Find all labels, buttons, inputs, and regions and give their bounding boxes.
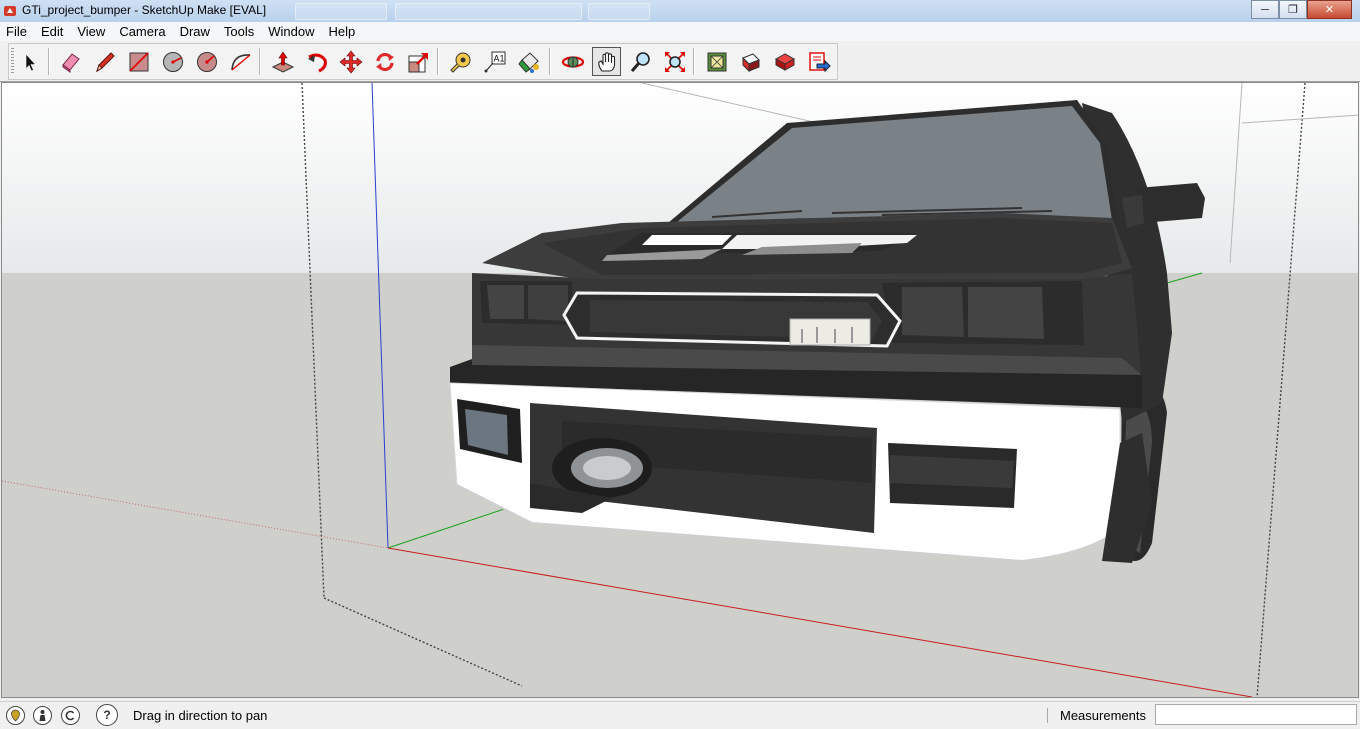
paint-bucket-tool[interactable] [514, 47, 543, 76]
car-model[interactable] [449, 100, 1205, 563]
extension-icon [808, 51, 831, 72]
green-axis [387, 502, 523, 549]
magnifier-icon [630, 51, 650, 72]
tape-measure-icon [449, 52, 470, 73]
orbit-tool[interactable] [558, 47, 587, 76]
close-button[interactable]: ✕ [1307, 0, 1352, 19]
car-model-scene [2, 83, 1358, 697]
menu-tools[interactable]: Tools [217, 24, 261, 39]
text-tool[interactable]: A1 [480, 47, 509, 76]
move-tool[interactable] [336, 47, 365, 76]
arc-icon [230, 53, 250, 71]
copyright-icon[interactable] [61, 706, 80, 725]
pan-tool[interactable] [592, 47, 621, 76]
toolbar-separator [48, 48, 50, 75]
title-bar: GTi_project_bumper - SketchUp Make [EVAL… [0, 0, 1360, 23]
menu-camera[interactable]: Camera [112, 24, 172, 39]
window-title: GTi_project_bumper - SketchUp Make [EVAL… [22, 3, 267, 17]
arrow-cursor-icon [25, 52, 36, 71]
toolbar-grip[interactable] [11, 48, 14, 74]
circle-tool[interactable] [158, 47, 187, 76]
paint-bucket-icon [517, 51, 539, 73]
polygon-tool[interactable] [192, 47, 221, 76]
blue-axis [371, 83, 389, 549]
getting-started-toolbar: A1 [8, 43, 838, 80]
toolbar-separator [437, 48, 439, 75]
pin-icon [11, 709, 20, 722]
credits-icon[interactable] [33, 706, 52, 725]
rotate-tool[interactable] [370, 47, 399, 76]
arc-tool[interactable] [226, 47, 255, 76]
menu-window[interactable]: Window [261, 24, 321, 39]
scale-tool[interactable] [404, 47, 433, 76]
red-axis [387, 547, 1253, 697]
zoom-extents-tool[interactable] [660, 47, 689, 76]
maximize-button[interactable]: ❐ [1279, 0, 1307, 19]
3d-warehouse-button[interactable] [702, 47, 731, 76]
rectangle-tool[interactable] [124, 47, 153, 76]
pencil-icon [95, 51, 115, 72]
menu-bar: File Edit View Camera Draw Tools Window … [0, 22, 1360, 41]
text-label-icon: A1 [484, 51, 505, 72]
menu-help[interactable]: Help [322, 24, 363, 39]
copyright-symbol-icon [65, 710, 75, 721]
tape-measure-tool[interactable] [446, 47, 475, 76]
window-controls: ─ ❐ ✕ [1251, 0, 1352, 19]
eraser-icon [61, 52, 80, 73]
menu-file[interactable]: File [0, 24, 34, 39]
sketchup-app-icon [4, 6, 16, 16]
scale-icon [408, 52, 428, 72]
menu-view[interactable]: View [70, 24, 112, 39]
person-icon [39, 710, 46, 721]
share-component-icon [774, 52, 795, 71]
push-pull-tool[interactable] [268, 47, 297, 76]
green-axis-far [1166, 272, 1203, 284]
background-tab [395, 3, 582, 20]
share-model-button[interactable] [736, 47, 765, 76]
toolbar: A1 [0, 41, 1360, 82]
status-divider [1047, 708, 1048, 723]
orbit-icon [561, 55, 584, 68]
drawing-viewport[interactable] [1, 82, 1359, 698]
circle-icon [162, 51, 183, 72]
share-component-button[interactable] [770, 47, 799, 76]
menu-edit[interactable]: Edit [34, 24, 70, 39]
background-tab [588, 3, 650, 20]
extension-warehouse-button[interactable] [804, 47, 833, 76]
background-tab [295, 3, 387, 20]
polygon-icon [196, 51, 217, 72]
eraser-tool[interactable] [56, 47, 85, 76]
follow-me-icon [307, 53, 327, 72]
push-pull-icon [271, 50, 294, 73]
measurements-label: Measurements [1060, 708, 1146, 723]
share-model-icon [741, 52, 760, 72]
svg-text:A1: A1 [493, 53, 504, 63]
restore-icon: ❐ [1288, 4, 1298, 16]
status-bar: ? Drag in direction to pan Measurements [0, 701, 1360, 729]
rectangle-icon [128, 51, 149, 72]
status-message: Drag in direction to pan [133, 708, 268, 723]
measurements-input[interactable] [1155, 704, 1357, 725]
menu-draw[interactable]: Draw [173, 24, 217, 39]
geo-location-icon[interactable] [6, 706, 25, 725]
follow-me-tool[interactable] [302, 47, 331, 76]
toolbar-separator [549, 48, 551, 75]
minimize-icon: ─ [1261, 3, 1269, 16]
toolbar-separator [259, 48, 261, 75]
zoom-tool[interactable] [626, 47, 655, 76]
zoom-extents-icon [664, 51, 685, 72]
red-axis-dotted [2, 480, 389, 549]
minimize-button[interactable]: ─ [1251, 0, 1279, 19]
move-arrows-icon [339, 50, 362, 73]
select-tool[interactable] [15, 47, 44, 76]
help-icon[interactable]: ? [96, 704, 118, 726]
close-icon: ✕ [1324, 4, 1335, 16]
warehouse-icon [707, 52, 726, 71]
help-glyph: ? [103, 708, 111, 722]
rotate-icon [375, 52, 394, 71]
hand-icon [597, 51, 615, 72]
line-tool[interactable] [90, 47, 119, 76]
toolbar-separator [693, 48, 695, 75]
